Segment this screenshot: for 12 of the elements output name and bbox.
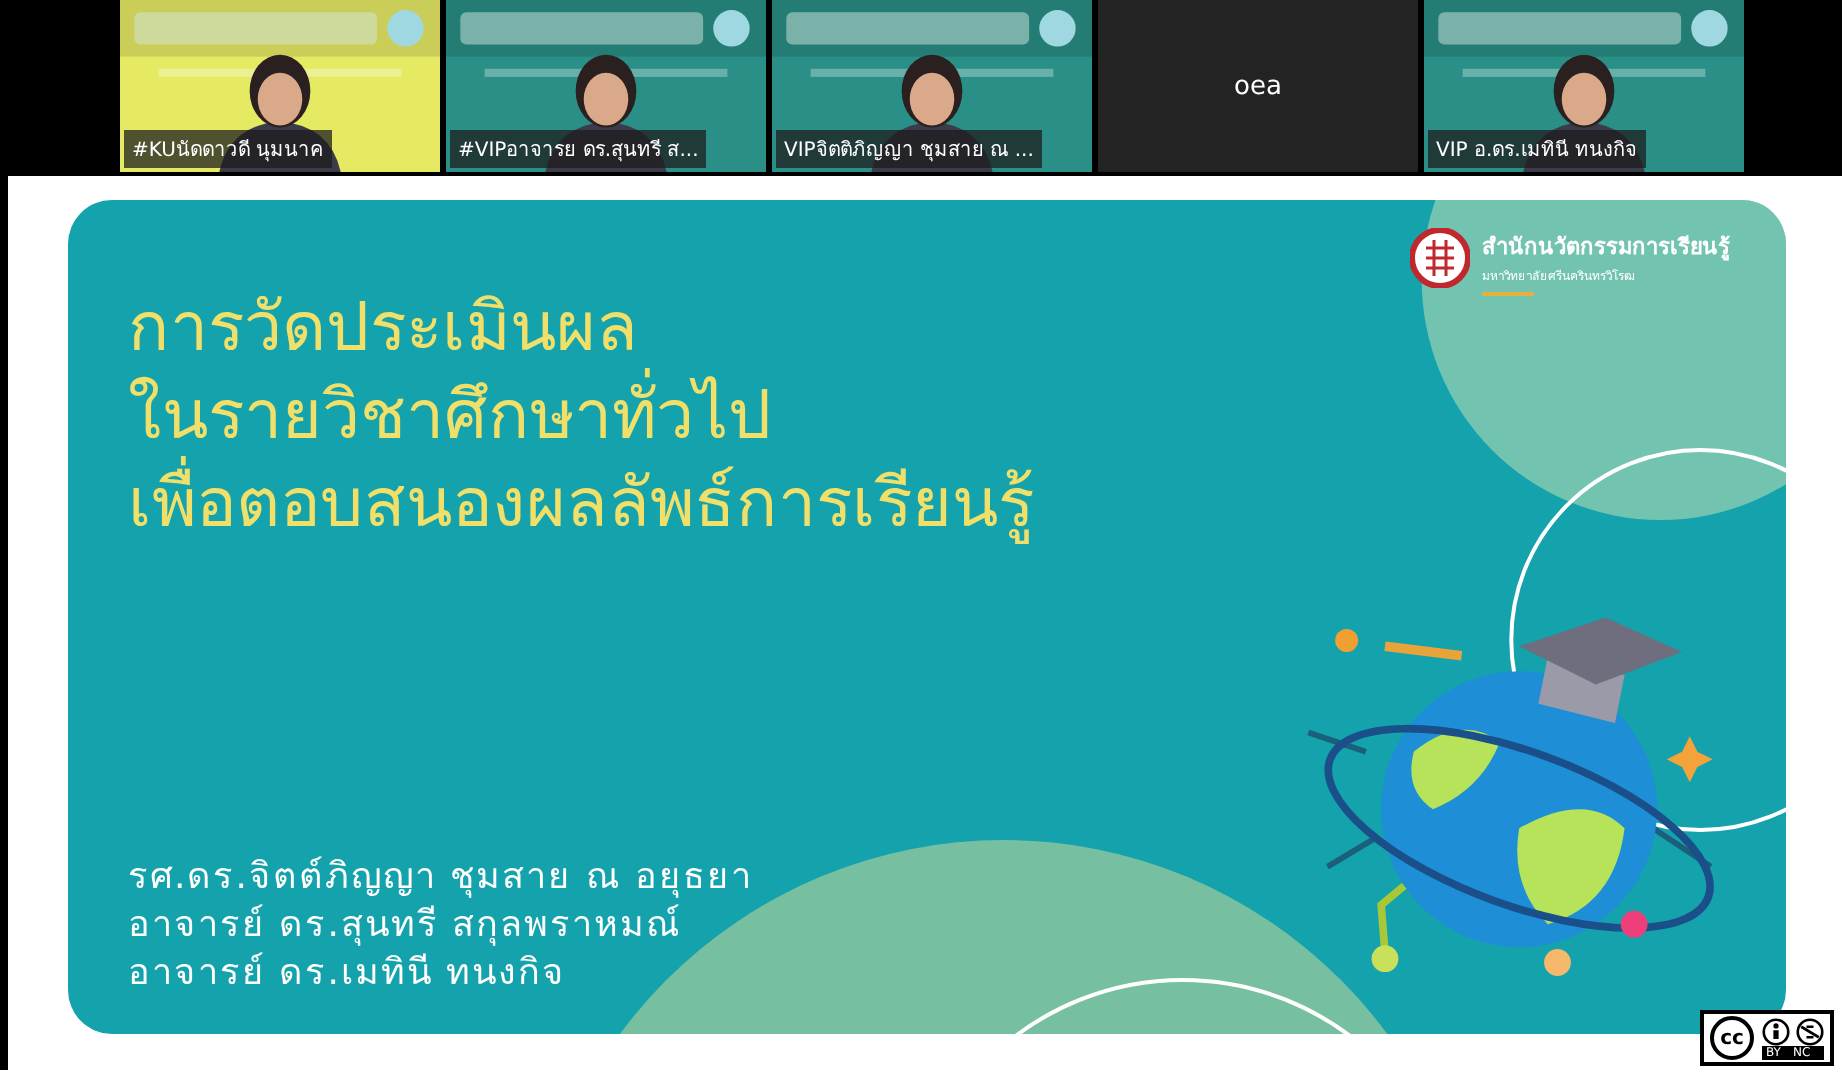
participant-name: #KUนัดดาวดี นุมนาค [124, 130, 333, 168]
author-name: อาจารย์ ดร.เมทินี ทนงกิจ [128, 950, 569, 998]
license-mark: cc [1710, 1016, 1754, 1060]
participant-name: #VIPอาจารย ดร.สุนทรี ส... [450, 130, 707, 168]
participant-name: oea [1234, 71, 1282, 101]
slide-title: การวัดประเมินผล [128, 286, 640, 368]
author-name: รศ.ดร.จิตต์ภิญญา ชุมสาย ณ อยุธยา [128, 854, 754, 902]
participant-name: VIPจิตติภิญญา ชุมสาย ณ ... [776, 130, 1042, 168]
author-name: อาจารย์ ดร.สุนทรี สกุลพราหมณ์ [128, 902, 685, 950]
organization-name: สำนักนวัตกรรมการเรียนรู้ [1482, 232, 1730, 264]
slide-title: เพื่อตอบสนองผลลัพธ์การเรียนรู้ [128, 460, 1034, 548]
participant-name: VIP อ.ดร.เมทินี ทนงกิจ [1428, 130, 1646, 168]
